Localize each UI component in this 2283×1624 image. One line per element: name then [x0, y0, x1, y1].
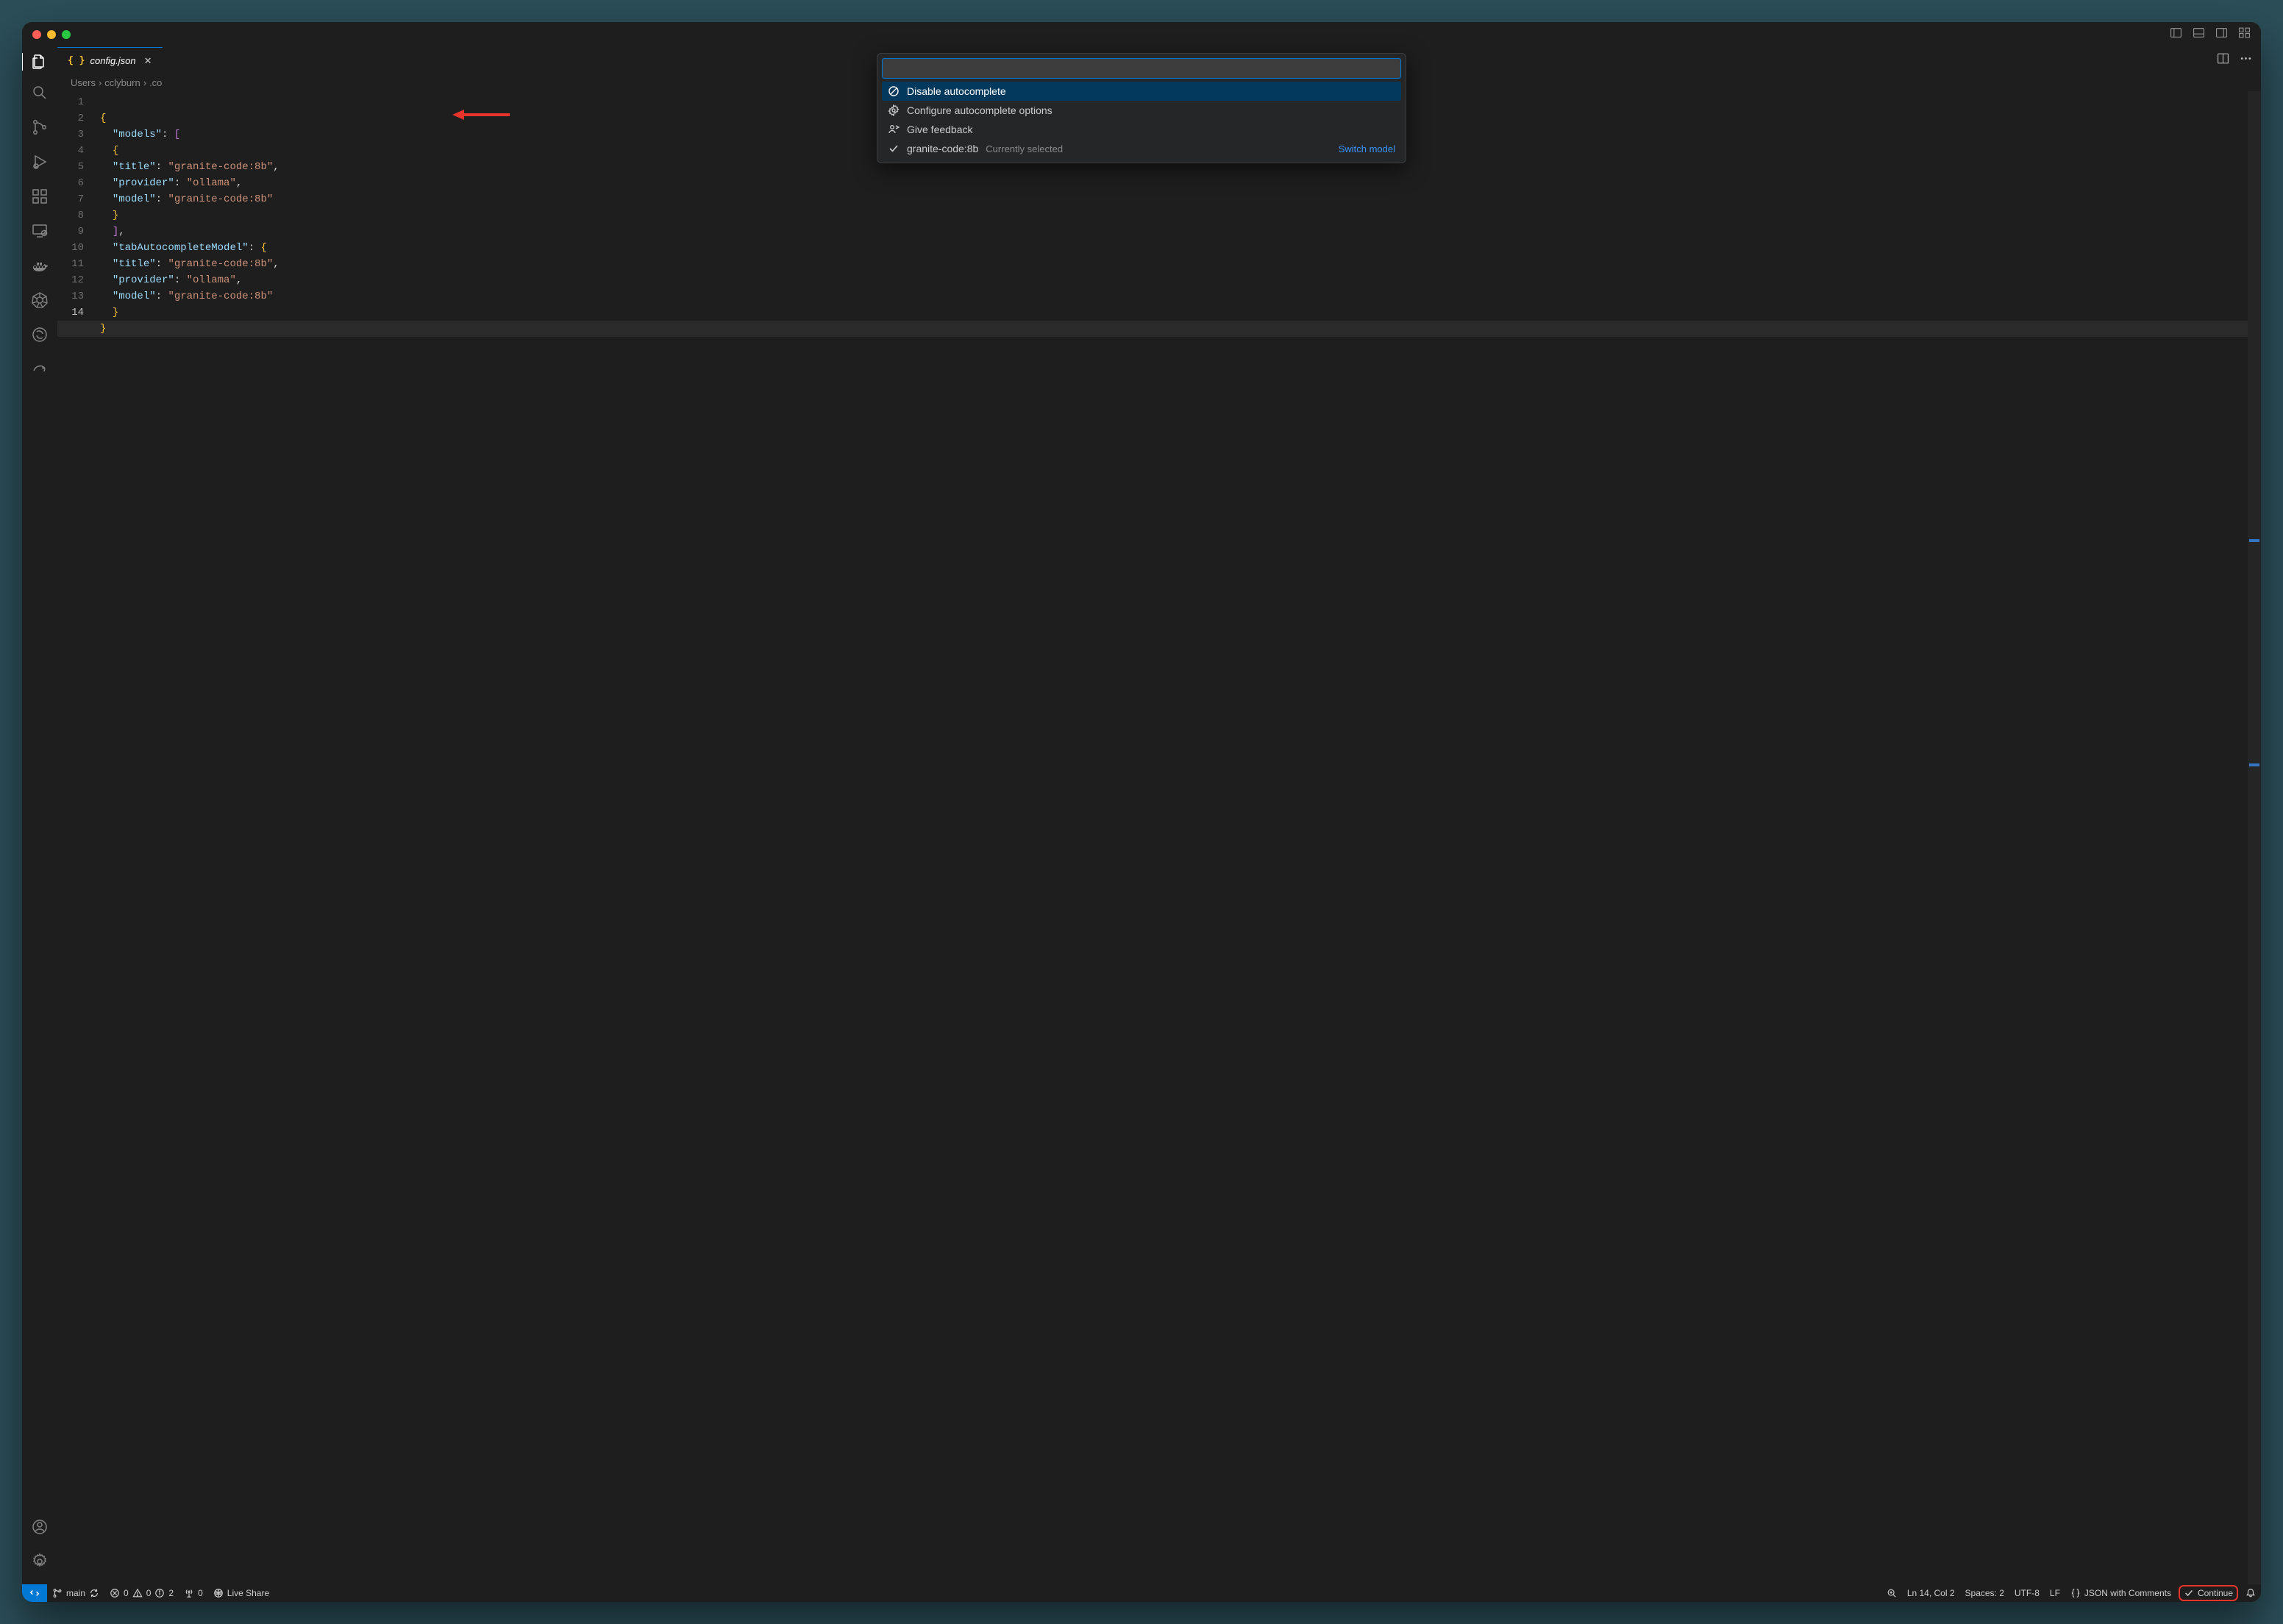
docker-icon[interactable] — [31, 257, 49, 278]
status-bar: main 0 0 2 0 Live Share Ln 14, Col 2 Spa… — [22, 1584, 2261, 1602]
braces-icon — [2070, 1588, 2081, 1598]
quick-input-widget: Disable autocomplete Configure autocompl… — [877, 53, 1406, 163]
encoding-status[interactable]: UTF-8 — [2009, 1584, 2045, 1602]
customize-layout-icon[interactable] — [2238, 26, 2251, 43]
quick-input-field[interactable] — [882, 58, 1401, 79]
check-icon — [2184, 1588, 2194, 1598]
zoom-window-button[interactable] — [62, 30, 71, 39]
close-tab-icon[interactable]: ✕ — [144, 55, 152, 67]
check-icon — [888, 143, 900, 154]
radio-tower-icon — [184, 1588, 194, 1598]
zoom-status[interactable] — [1881, 1584, 1902, 1602]
source-control-icon[interactable] — [31, 118, 49, 140]
share-icon[interactable] — [31, 360, 49, 382]
breadcrumb-seg: cclyburn — [104, 77, 140, 88]
activity-bar — [22, 47, 57, 1584]
qi-item-current-model[interactable]: granite-code:8b Currently selected Switc… — [882, 139, 1401, 158]
settings-gear-icon[interactable] — [31, 1553, 49, 1574]
remote-explorer-icon[interactable] — [31, 222, 49, 243]
editor-group: { } config.json ✕ Users › cclyburn › .co… — [57, 47, 2261, 1584]
titlebar-layout-controls — [2170, 26, 2251, 43]
toggle-primary-sidebar-icon[interactable] — [2170, 26, 2182, 43]
close-window-button[interactable] — [32, 30, 41, 39]
info-icon — [154, 1588, 165, 1598]
switch-model-link[interactable]: Switch model — [1339, 143, 1395, 154]
breadcrumb-seg: Users — [71, 77, 96, 88]
gear-icon — [888, 104, 900, 116]
tab-label: config.json — [90, 55, 135, 66]
cursor-position-status[interactable]: Ln 14, Col 2 — [1902, 1584, 1960, 1602]
traffic-lights — [32, 30, 71, 39]
minimap[interactable] — [2248, 91, 2261, 1584]
ports-status[interactable]: 0 — [179, 1584, 208, 1602]
run-debug-icon[interactable] — [31, 153, 49, 174]
qi-item-configure-autocomplete[interactable]: Configure autocomplete options — [882, 101, 1401, 120]
code-editor[interactable]: 123 456 789 101112 1314 { "models": [ { … — [57, 91, 2261, 1584]
remote-indicator[interactable] — [22, 1584, 47, 1602]
tab-config-json[interactable]: { } config.json ✕ — [57, 47, 163, 74]
toggle-secondary-sidebar-icon[interactable] — [2215, 26, 2228, 43]
explorer-icon[interactable] — [22, 53, 57, 71]
split-editor-icon[interactable] — [2217, 52, 2229, 68]
warning-icon — [132, 1588, 143, 1598]
more-actions-icon[interactable] — [2240, 52, 2252, 68]
live-share-icon — [213, 1588, 224, 1598]
code-content[interactable]: { "models": [ { "title": "granite-code:8… — [94, 91, 2261, 1584]
bell-icon — [2245, 1588, 2256, 1598]
continue-status[interactable]: Continue — [2179, 1585, 2238, 1601]
disable-icon — [888, 85, 900, 97]
breadcrumb-seg: .co — [149, 77, 162, 88]
annotation-arrow — [452, 107, 511, 126]
accounts-icon[interactable] — [31, 1518, 49, 1539]
json-file-icon: { } — [68, 55, 85, 66]
eol-status[interactable]: LF — [2045, 1584, 2065, 1602]
sync-icon — [89, 1588, 99, 1598]
zoom-icon — [1887, 1588, 1897, 1598]
sync-icon[interactable] — [31, 326, 49, 347]
problems-status[interactable]: 0 0 2 — [104, 1584, 179, 1602]
language-mode-status[interactable]: JSON with Comments — [2065, 1584, 2176, 1602]
error-icon — [110, 1588, 120, 1598]
titlebar — [22, 22, 2261, 47]
indentation-status[interactable]: Spaces: 2 — [1960, 1584, 2009, 1602]
line-number-gutter: 123 456 789 101112 1314 — [57, 91, 94, 1584]
qi-item-disable-autocomplete[interactable]: Disable autocomplete — [882, 82, 1401, 101]
search-icon[interactable] — [31, 84, 49, 105]
window-frame: { } config.json ✕ Users › cclyburn › .co… — [22, 22, 2261, 1602]
git-branch-status[interactable]: main — [47, 1584, 104, 1602]
minimize-window-button[interactable] — [47, 30, 56, 39]
extensions-icon[interactable] — [31, 188, 49, 209]
toggle-panel-icon[interactable] — [2193, 26, 2205, 43]
live-share-status[interactable]: Live Share — [208, 1584, 274, 1602]
kubernetes-icon[interactable] — [31, 291, 49, 313]
notifications-status[interactable] — [2240, 1584, 2261, 1602]
feedback-icon — [888, 124, 900, 135]
qi-item-give-feedback[interactable]: Give feedback — [882, 120, 1401, 139]
